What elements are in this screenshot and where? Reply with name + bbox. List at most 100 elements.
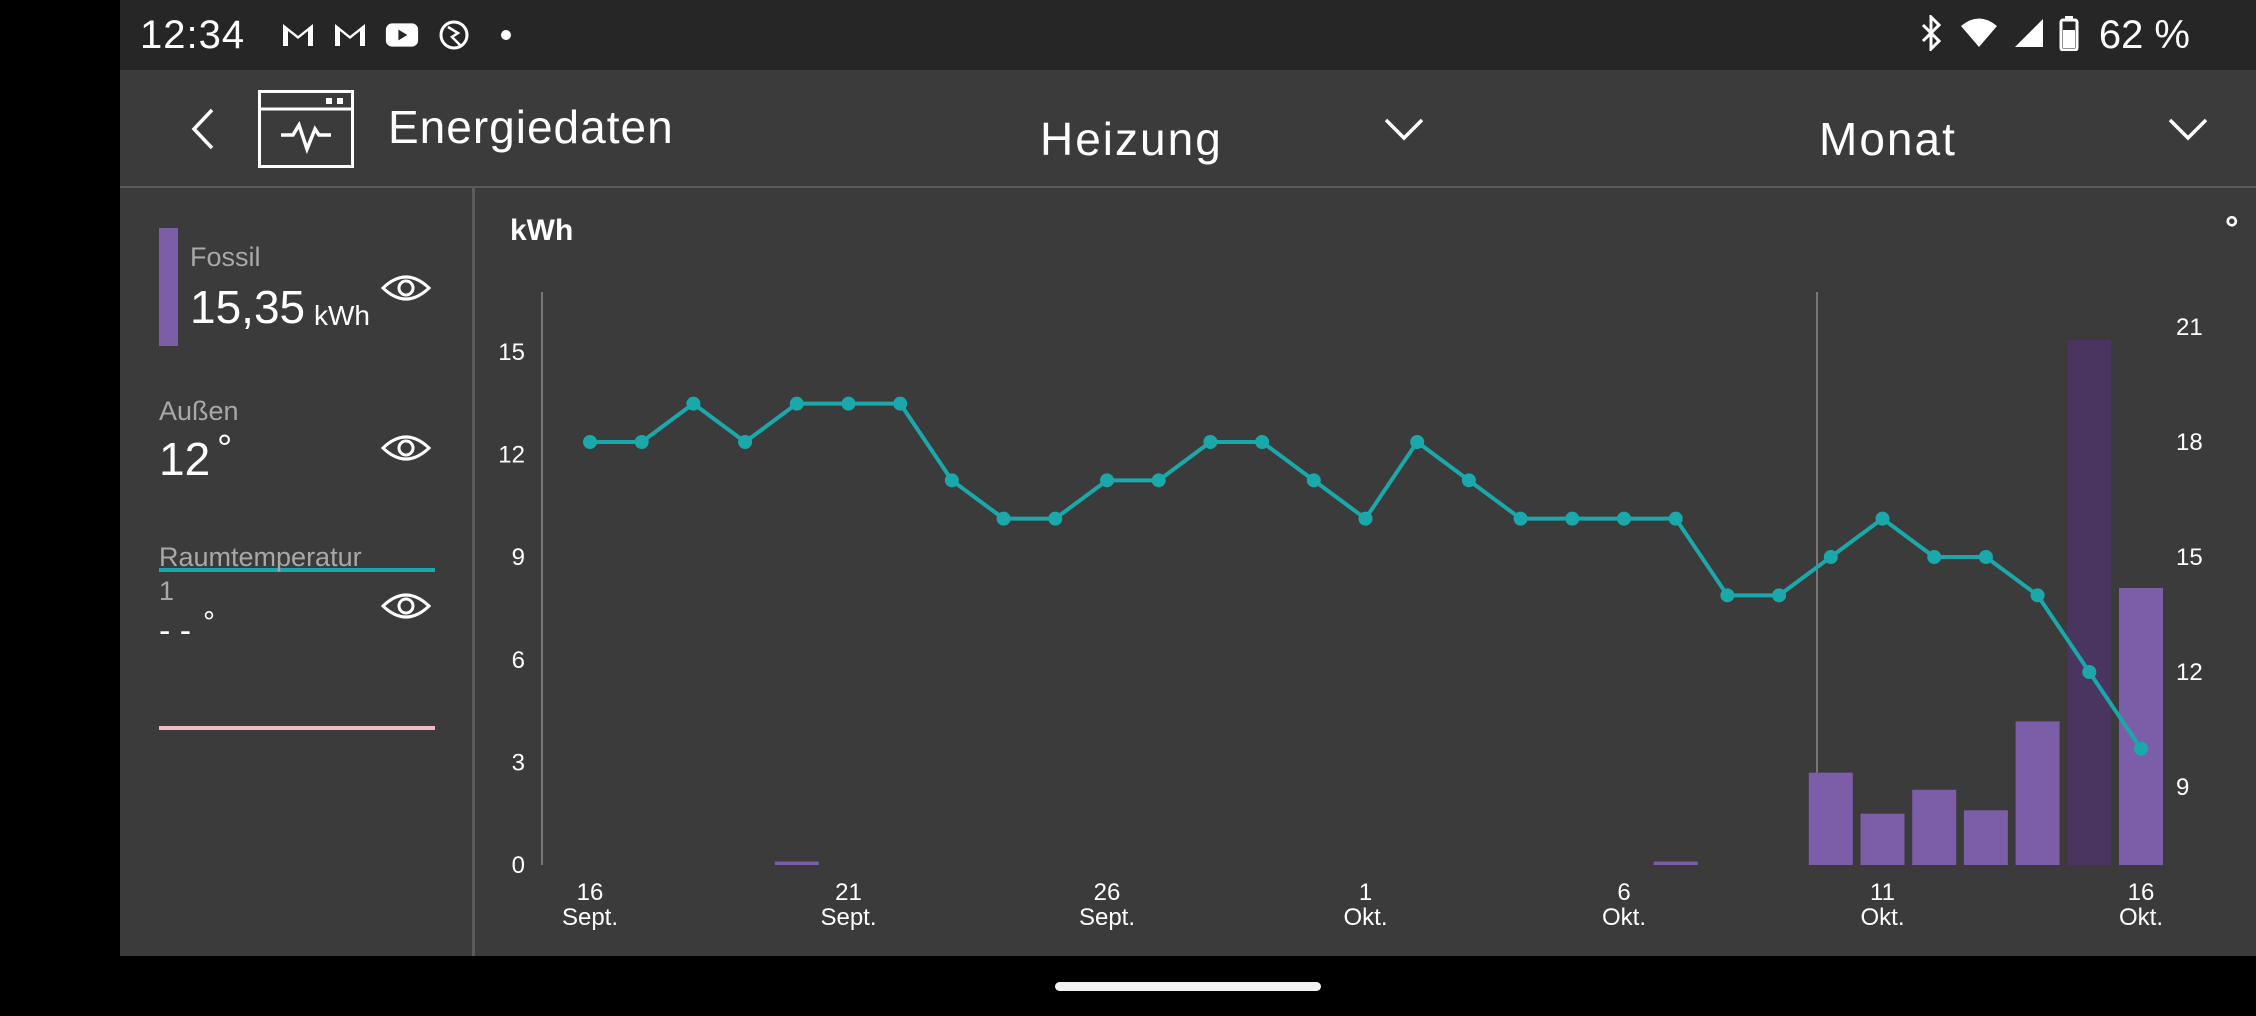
data-point <box>841 396 856 411</box>
energy-chart: kWh ° 0 3 6 9 12 15 9 12 15 18 21 16 Sept. 21 Sept. 26 Sep… <box>475 188 2256 956</box>
data-point <box>1875 511 1890 526</box>
legend-value: - - <box>159 612 192 650</box>
x-tick-label-day: 21 <box>835 879 862 906</box>
system-icons: 62 % <box>1919 0 2190 70</box>
bar <box>1653 861 1698 865</box>
y-tick-label-right: 12 <box>2176 659 2203 686</box>
energy-monitor-icon <box>258 90 354 168</box>
x-tick-label-day: 1 <box>1359 879 1372 906</box>
toggle-visibility-fossil[interactable] <box>380 272 432 304</box>
data-point <box>2082 665 2097 679</box>
y-tick-label-left: 15 <box>498 339 525 366</box>
data-point <box>1978 550 1993 564</box>
y-tick-label-right: 21 <box>2176 314 2203 341</box>
legend-unit: kWh <box>314 300 370 331</box>
data-point <box>1151 473 1166 488</box>
bluetooth-icon <box>1919 12 1945 56</box>
web-icon <box>437 20 471 50</box>
dot-icon <box>489 21 523 49</box>
data-point <box>996 511 1011 526</box>
legend-label: Außen <box>159 396 239 426</box>
bar <box>2015 721 2060 865</box>
x-tick-label-month: Sept. <box>1079 904 1135 931</box>
signal-icon <box>2013 17 2045 54</box>
page-title: Energiedaten <box>388 101 674 153</box>
data-point <box>1255 435 1270 449</box>
eye-icon <box>380 435 432 461</box>
x-tick-label-day: 16 <box>2128 879 2155 906</box>
chart-canvas: kWh °0369121591215182116Sept.21Sept.26Sep… <box>498 210 2239 931</box>
data-point <box>944 473 959 488</box>
navigation-bar <box>0 956 2256 1016</box>
room-color-line <box>159 726 435 730</box>
eye-icon <box>380 593 432 619</box>
data-point <box>1461 473 1476 488</box>
home-gesture-handle[interactable] <box>1055 982 1321 991</box>
status-time: 12:34 <box>140 12 246 57</box>
y-axis-label-right: ° <box>2225 210 2239 248</box>
y-tick-label-left: 3 <box>512 749 525 776</box>
category-dropdown[interactable]: Heizung <box>1040 112 1223 166</box>
data-point <box>2030 588 2045 603</box>
chevron-down-icon[interactable] <box>2166 114 2210 144</box>
legend-value: 12 <box>159 433 211 485</box>
notification-icons <box>281 20 523 50</box>
eye-icon <box>380 275 432 301</box>
x-tick-label-day: 6 <box>1617 879 1630 906</box>
y-tick-label-left: 9 <box>512 544 525 571</box>
data-point <box>583 435 597 449</box>
bar <box>2067 340 2112 865</box>
toggle-visibility-room[interactable] <box>380 590 432 622</box>
status-bar: 12:34 62 % <box>120 0 2256 70</box>
period-dropdown[interactable]: Monat <box>1819 112 1957 166</box>
data-point <box>1772 588 1787 603</box>
data-point <box>1306 473 1321 488</box>
data-point <box>1823 550 1838 564</box>
toggle-visibility-outside[interactable] <box>380 432 432 464</box>
x-tick-label-month: Sept. <box>562 904 618 931</box>
data-point <box>1565 511 1580 526</box>
bar <box>1912 789 1957 865</box>
legend-label: Raumtemperatur 1 <box>159 542 362 606</box>
legend-unit: ° <box>217 428 233 470</box>
y-tick-label-right: 18 <box>2176 429 2203 456</box>
chevron-left-icon <box>191 108 214 150</box>
legend-panel: Fossil 15,35 kWh Außen 12 ° Raumtemperat… <box>120 188 475 956</box>
x-tick-label-month: Okt. <box>1860 904 1904 931</box>
gmail-icon <box>281 21 315 49</box>
battery-icon <box>2059 15 2079 56</box>
chevron-down-icon[interactable] <box>1382 114 1426 144</box>
data-point <box>1203 435 1218 449</box>
data-point <box>1668 511 1683 526</box>
data-point <box>1358 511 1373 526</box>
bar <box>1860 813 1905 865</box>
temperature-line <box>590 401 2143 750</box>
data-point <box>686 396 701 411</box>
data-point <box>738 435 753 449</box>
data-point <box>1720 588 1735 603</box>
x-tick-label-day: 26 <box>1094 879 1121 906</box>
y-axis-label-left: kWh <box>510 214 573 247</box>
data-point <box>1617 511 1631 526</box>
y-tick-label-left: 6 <box>512 647 525 674</box>
x-tick-label-month: Okt. <box>1343 904 1387 931</box>
x-tick-label-day: 16 <box>577 879 604 906</box>
battery-percent: 62 % <box>2098 12 2190 57</box>
x-tick-label-day: 11 <box>1870 879 1895 906</box>
bar <box>1808 772 1853 865</box>
bar <box>774 861 819 865</box>
wifi-icon <box>1959 17 1999 54</box>
x-tick-label-month: Okt. <box>1602 904 1646 931</box>
data-point <box>1410 435 1425 449</box>
data-point <box>1927 550 1942 564</box>
back-button[interactable] <box>180 104 224 154</box>
data-point <box>789 396 804 411</box>
data-point <box>1048 511 1063 526</box>
fossil-color-swatch <box>159 228 178 346</box>
y-tick-label-left: 0 <box>512 852 525 879</box>
x-tick-label-month: Sept. <box>820 904 876 931</box>
app-header: Energiedaten Heizung Monat <box>120 70 2256 188</box>
y-tick-label-right: 9 <box>2176 774 2189 801</box>
data-point <box>1513 511 1528 526</box>
legend-label: Fossil <box>190 242 261 272</box>
